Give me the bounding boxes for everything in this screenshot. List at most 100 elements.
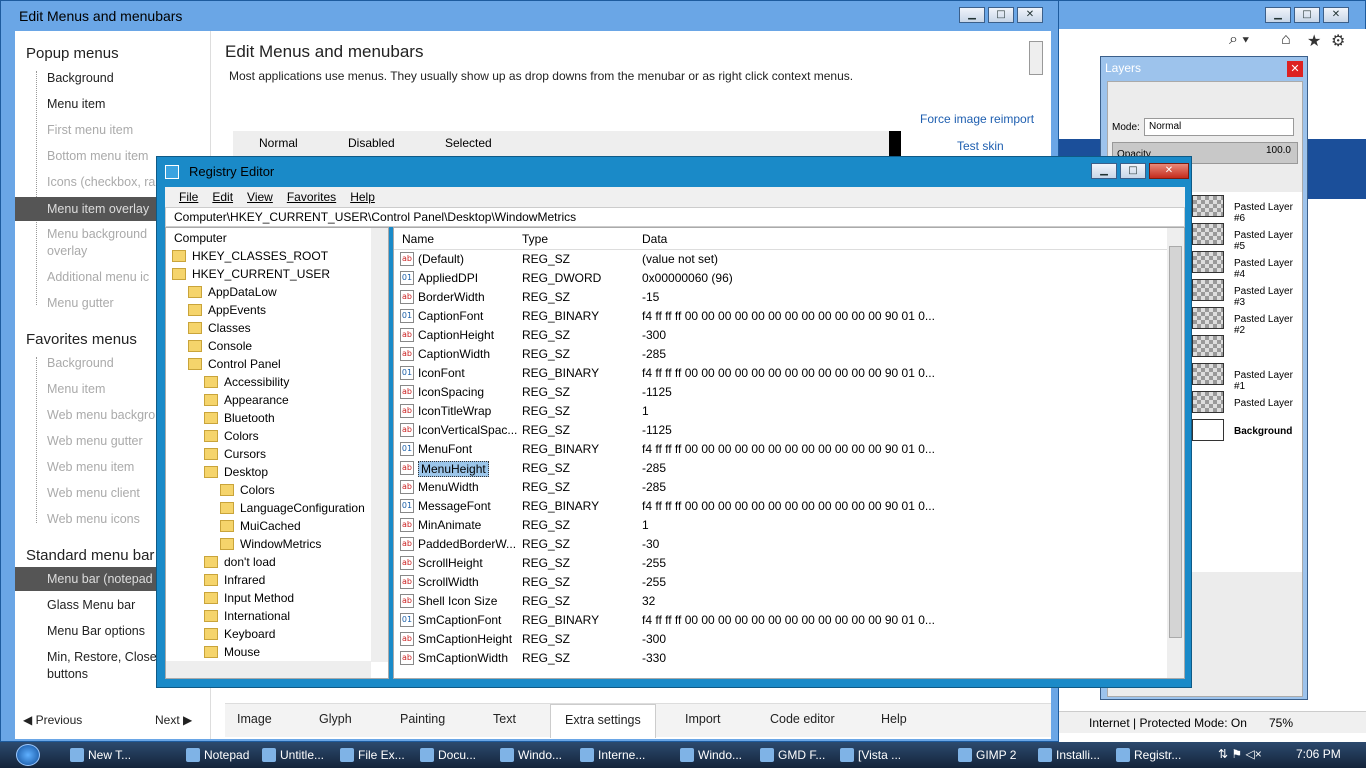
close-button[interactable]: ✕ (1149, 163, 1189, 179)
tab-glyph[interactable]: Glyph (319, 712, 352, 726)
nav-item[interactable]: Web menu backgro (47, 408, 155, 422)
nav-item[interactable]: Web menu client (47, 486, 140, 500)
next-button[interactable]: Next ▶ (155, 713, 192, 727)
menu-help[interactable]: Help (350, 190, 375, 204)
layer-name[interactable]: Pasted Layer (1234, 398, 1293, 409)
tree-node[interactable]: HKEY_CURRENT_USER (172, 265, 330, 283)
tab-help[interactable]: Help (881, 712, 907, 726)
tray-icons[interactable]: ⇅ ⚑ ◁× (1218, 747, 1262, 761)
maximize-button[interactable]: □ (1294, 7, 1320, 23)
zoom-label[interactable]: 75% (1269, 716, 1293, 730)
menu-file[interactable]: File (179, 190, 198, 204)
nav-item[interactable]: First menu item (47, 123, 133, 137)
value-row[interactable]: ab ScrollWidth REG_SZ -255 (394, 573, 1169, 592)
taskbar-button[interactable]: New T... (70, 745, 131, 765)
value-row[interactable]: ab PaddedBorderW... REG_SZ -30 (394, 535, 1169, 554)
tree-horizontal-scrollbar[interactable] (166, 661, 371, 678)
value-row[interactable]: ab (Default) REG_SZ (value not set) (394, 250, 1169, 269)
layer-name[interactable]: Pasted Layer #2 (1234, 314, 1302, 336)
start-button[interactable] (6, 742, 54, 768)
nav-item[interactable]: Background (47, 71, 114, 85)
taskbar-button[interactable]: GIMP 2 (958, 745, 1016, 765)
layer-name[interactable]: Background (1234, 426, 1292, 437)
maximize-button[interactable]: □ (988, 7, 1014, 23)
value-row[interactable]: 01 MessageFont REG_BINARY f4 ff ff ff 00 00… (394, 497, 1169, 516)
tree-node[interactable]: Control Panel (188, 355, 281, 373)
layer-name[interactable]: Pasted Layer #6 (1234, 202, 1302, 224)
taskbar-button[interactable]: Installi... (1038, 745, 1100, 765)
column-data[interactable]: Data (642, 232, 667, 246)
values-vertical-scrollbar[interactable] (1167, 228, 1184, 678)
tree-node[interactable]: Colors (204, 427, 259, 445)
value-row[interactable]: ab CaptionWidth REG_SZ -285 (394, 345, 1169, 364)
column-type[interactable]: Type (522, 232, 548, 246)
search-icon[interactable]: ⌕ ▾ (1229, 31, 1249, 49)
value-row[interactable]: ab MinAnimate REG_SZ 1 (394, 516, 1169, 535)
tab-code-editor[interactable]: Code editor (770, 712, 835, 726)
tab-text[interactable]: Text (493, 712, 516, 726)
tree-node[interactable]: HKEY_CLASSES_ROOT (172, 247, 328, 265)
tree-node[interactable]: Keyboard (204, 625, 275, 643)
tree-node[interactable]: Desktop (204, 463, 268, 481)
value-row[interactable]: ab MenuHeight REG_SZ -285 (394, 459, 1169, 478)
menu-edit[interactable]: Edit (212, 190, 233, 204)
nav-item[interactable]: Menu item (47, 97, 105, 111)
value-row[interactable]: 01 SmCaptionFont REG_BINARY f4 ff ff ff 00 … (394, 611, 1169, 630)
previous-button[interactable]: ◀ Previous (23, 713, 82, 727)
nav-item[interactable]: buttons (47, 667, 88, 681)
force-reimport-link[interactable]: Force image reimport (920, 112, 1034, 126)
tree-node[interactable]: Cursors (204, 445, 266, 463)
close-button[interactable]: ✕ (1017, 7, 1043, 23)
address-bar[interactable]: Computer\HKEY_CURRENT_USER\Control Panel… (165, 207, 1185, 227)
value-row[interactable]: 01 CaptionFont REG_BINARY f4 ff ff ff 00 00… (394, 307, 1169, 326)
nav-item[interactable]: Menu Bar options (47, 624, 145, 638)
value-row[interactable]: ab IconSpacing REG_SZ -1125 (394, 383, 1169, 402)
tree-node[interactable]: Bluetooth (204, 409, 275, 427)
value-row[interactable]: ab SmCaptionHeight REG_SZ -300 (394, 630, 1169, 649)
nav-item[interactable]: Menu background (47, 227, 147, 241)
tree-node[interactable]: MuiCached (220, 517, 301, 535)
favorites-star-icon[interactable]: ★ (1307, 31, 1321, 51)
taskbar-button[interactable]: Docu... (420, 745, 476, 765)
column-name[interactable]: Name (402, 232, 434, 246)
tree-node[interactable]: Infrared (204, 571, 265, 589)
tree-node[interactable]: AppDataLow (188, 283, 277, 301)
taskbar-button[interactable]: Notepad (186, 745, 249, 765)
mode-select[interactable]: Normal (1144, 118, 1294, 136)
layer-name[interactable]: Pasted Layer #5 (1234, 230, 1302, 252)
menu-favorites[interactable]: Favorites (287, 190, 336, 204)
value-row[interactable]: ab IconVerticalSpac... REG_SZ -1125 (394, 421, 1169, 440)
tab-extra-settings[interactable]: Extra settings (550, 704, 656, 738)
taskbar-button[interactable]: File Ex... (340, 745, 405, 765)
value-row[interactable]: 01 MenuFont REG_BINARY f4 ff ff ff 00 00 00… (394, 440, 1169, 459)
nav-item[interactable]: Icons (checkbox, ra (47, 175, 155, 189)
nav-item[interactable]: Bottom menu item (47, 149, 148, 163)
nav-item[interactable]: Web menu gutter (47, 434, 143, 448)
nav-item[interactable]: Additional menu ic (47, 270, 149, 284)
taskbar-button[interactable]: Untitle... (262, 745, 324, 765)
clock[interactable]: 7:06 PM (1296, 747, 1341, 761)
minimize-button[interactable]: ▁ (1091, 163, 1117, 179)
tree-node[interactable]: Accessibility (204, 373, 289, 391)
value-row[interactable]: ab Shell Icon Size REG_SZ 32 (394, 592, 1169, 611)
taskbar-button[interactable]: Windo... (680, 745, 742, 765)
tree-node[interactable]: Appearance (204, 391, 289, 409)
value-row[interactable]: ab IconTitleWrap REG_SZ 1 (394, 402, 1169, 421)
taskbar-button[interactable]: [Vista ... (840, 745, 901, 765)
nav-item[interactable]: Web menu item (47, 460, 134, 474)
minimize-button[interactable]: ▁ (1265, 7, 1291, 23)
value-row[interactable]: 01 IconFont REG_BINARY f4 ff ff ff 00 00 00… (394, 364, 1169, 383)
value-row[interactable]: ab SmCaptionWidth REG_SZ -330 (394, 649, 1169, 668)
tree-node[interactable]: WindowMetrics (220, 535, 321, 553)
maximize-button[interactable]: □ (1120, 163, 1146, 179)
taskbar-button[interactable]: Interne... (580, 745, 645, 765)
tree-node[interactable]: don't load (204, 553, 276, 571)
nav-item[interactable]: Glass Menu bar (47, 598, 135, 612)
content-scroll-thumb[interactable] (1029, 41, 1043, 75)
value-row[interactable]: 01 AppliedDPI REG_DWORD 0x00000060 (96) (394, 269, 1169, 288)
tree-vertical-scrollbar[interactable] (371, 228, 388, 662)
tree-node[interactable]: Colors (220, 481, 275, 499)
taskbar-button[interactable]: Windo... (500, 745, 562, 765)
tree-node[interactable]: International (204, 607, 290, 625)
value-row[interactable]: ab MenuWidth REG_SZ -285 (394, 478, 1169, 497)
